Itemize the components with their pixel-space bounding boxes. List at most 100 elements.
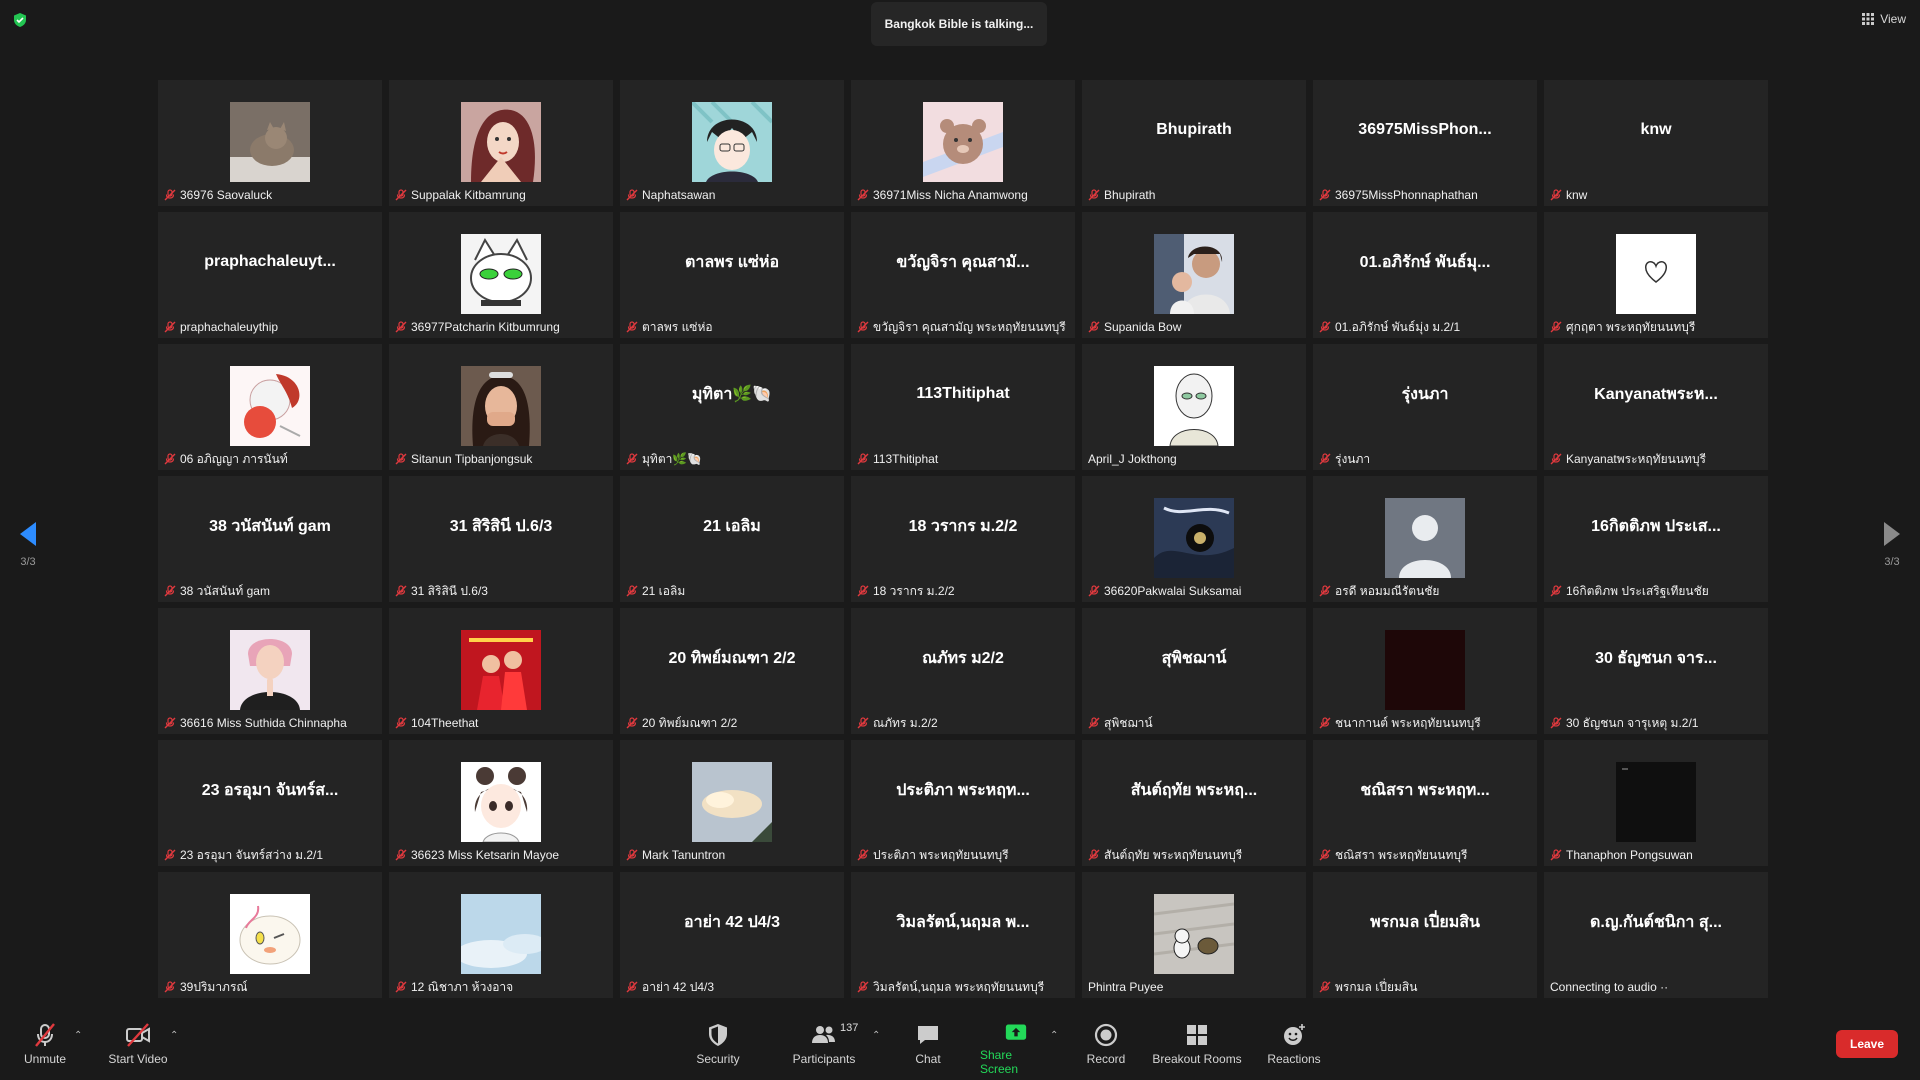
record-button[interactable]: Record <box>1084 1022 1128 1076</box>
participant-avatar <box>692 762 772 842</box>
participant-tile[interactable]: Kanyanatพระห... Kanyanatพระหฤทัยนนทบุรี <box>1544 344 1768 470</box>
participant-display-name: 20 ทิพย์มณฑา 2/2 <box>668 649 796 667</box>
participant-tile[interactable]: 104Theethat <box>389 608 613 734</box>
start-video-button[interactable]: Start Video <box>106 1022 170 1076</box>
breakout-rooms-grid-icon <box>1187 1025 1207 1045</box>
participant-tile[interactable]: Phintra Puyee <box>1082 872 1306 998</box>
participant-tile[interactable]: 36623 Miss Ketsarin Mayoe <box>389 740 613 866</box>
microphone-muted-icon <box>1550 849 1562 861</box>
participant-tile[interactable]: 36977Patcharin Kitbumrung <box>389 212 613 338</box>
participant-name: Mark Tanuntron <box>642 848 726 862</box>
participant-tile[interactable]: ชนากานต์ พระหฤทัยนนทบุรี <box>1313 608 1537 734</box>
microphone-muted-icon <box>857 981 869 993</box>
participant-tile[interactable]: ณภัทร ม2/2 ณภัทร ม.2/2 <box>851 608 1075 734</box>
view-button[interactable]: View <box>1862 12 1906 26</box>
participant-tile[interactable]: 12 ณิชาภา ห้วงอาจ <box>389 872 613 998</box>
participants-button[interactable]: 137 Participants <box>792 1022 859 1076</box>
participant-name-label: 113Thitiphat <box>857 450 1069 468</box>
share-screen-button[interactable]: Share Screen <box>980 1022 1052 1076</box>
participant-name-label: Supanida Bow <box>1088 318 1300 336</box>
microphone-muted-icon <box>857 453 869 465</box>
participant-name-label: ชณิสรา พระหฤทัยนนทบุรี <box>1319 846 1531 864</box>
participant-avatar <box>1154 498 1234 578</box>
leave-button[interactable]: Leave <box>1836 1030 1898 1058</box>
chat-button[interactable]: Chat <box>908 1022 948 1076</box>
microphone-muted-icon <box>626 189 638 201</box>
participant-tile[interactable]: อรดี หอมมณีรัตนชัย <box>1313 476 1537 602</box>
participant-avatar <box>461 894 541 974</box>
participant-avatar <box>461 762 541 842</box>
participant-tile[interactable]: knw knw <box>1544 80 1768 206</box>
participants-options-caret-icon[interactable]: ⌃ <box>872 1030 880 1041</box>
arrow-right-icon <box>1884 522 1900 546</box>
participant-tile[interactable]: 20 ทิพย์มณฑา 2/2 20 ทิพย์มณฑา 2/2 <box>620 608 844 734</box>
participant-tile[interactable]: 113Thitiphat 113Thitiphat <box>851 344 1075 470</box>
participant-tile[interactable]: 31 สิริสินี ป.6/3 31 สิริสินี ป.6/3 <box>389 476 613 602</box>
participant-tile[interactable]: ขวัญจิรา คุณสามั... ขวัญจิรา คุณสามัญ พระ… <box>851 212 1075 338</box>
participant-tile[interactable]: มุทิตา🌿🐚 มุทิตา🌿🐚 <box>620 344 844 470</box>
participant-tile[interactable]: 16กิตติภพ ประเส... 16กิตติภพ ประเสริฐเทีย… <box>1544 476 1768 602</box>
participant-name: สุพิชฌาน์ <box>1104 715 1153 730</box>
participant-tile[interactable]: Bhupirath Bhupirath <box>1082 80 1306 206</box>
participant-tile[interactable]: พรกมล เปี่ยมสิน พรกมล เปี่ยมสิน <box>1313 872 1537 998</box>
participant-display-name: ประติภา พระหฤท... <box>896 781 1030 799</box>
participant-tile[interactable]: 36616 Miss Suthida Chinnapha <box>158 608 382 734</box>
participant-avatar <box>1616 762 1696 842</box>
participant-name-label: 39ปริมาภรณ์ <box>164 978 376 996</box>
participant-tile[interactable]: April_J Jokthong <box>1082 344 1306 470</box>
participant-display-name: 113Thitiphat <box>916 385 1010 402</box>
participant-display-name: Kanyanatพระห... <box>1594 385 1718 403</box>
security-button[interactable]: Security <box>694 1022 742 1076</box>
participant-tile[interactable]: Supanida Bow <box>1082 212 1306 338</box>
participant-tile[interactable]: 06 อภิญญา ภารนันท์ <box>158 344 382 470</box>
participant-avatar <box>1385 630 1465 710</box>
participant-tile[interactable]: สันต์ฤทัย พระหฤ... สันต์ฤทัย พระหฤทัยนนทบ… <box>1082 740 1306 866</box>
participant-tile[interactable]: วิมลรัตน์,นฤมล พ... วิมลรัตน์,นฤมล พระหฤท… <box>851 872 1075 998</box>
participant-name: Phintra Puyee <box>1088 980 1164 994</box>
participant-name-label: 36975MissPhonnaphathan <box>1319 186 1531 204</box>
participant-name: อาย่า 42 ป4/3 <box>642 979 715 994</box>
participant-tile[interactable]: 21 เอลิม 21 เอลิม <box>620 476 844 602</box>
participant-tile[interactable]: ประติภา พระหฤท... ประติภา พระหฤทัยนนทบุรี <box>851 740 1075 866</box>
participant-tile[interactable]: Naphatsawan <box>620 80 844 206</box>
encryption-shield-icon[interactable] <box>12 12 28 28</box>
participant-tile[interactable]: สุพิชฌาน์ สุพิชฌาน์ <box>1082 608 1306 734</box>
unmute-button[interactable]: Unmute <box>22 1022 68 1076</box>
participant-tile[interactable]: อาย่า 42 ป4/3 อาย่า 42 ป4/3 <box>620 872 844 998</box>
participant-tile[interactable]: Mark Tanuntron <box>620 740 844 866</box>
participant-tile[interactable]: ตาลพร แซ่ห่อ ตาลพร แซ่ห่อ <box>620 212 844 338</box>
participant-tile[interactable]: 18 วรากร ม.2/2 18 วรากร ม.2/2 <box>851 476 1075 602</box>
participant-tile[interactable]: 36620Pakwalai Suksamai <box>1082 476 1306 602</box>
participant-name-label: Naphatsawan <box>626 186 838 204</box>
participant-tile[interactable]: 36975MissPhon... 36975MissPhonnaphathan <box>1313 80 1537 206</box>
participant-name: Supanida Bow <box>1104 320 1182 334</box>
participant-name-label: 36971Miss Nicha Anamwong <box>857 186 1069 204</box>
audio-options-caret-icon[interactable]: ⌃ <box>74 1030 82 1041</box>
participant-tile[interactable]: 38 วนัสนันท์ gam 38 วนัสนันท์ gam <box>158 476 382 602</box>
participant-name: 36620Pakwalai Suksamai <box>1104 584 1242 598</box>
participant-tile[interactable]: 36976 Saovaluck <box>158 80 382 206</box>
next-page-button[interactable]: 3/3 <box>1872 520 1912 568</box>
participant-tile[interactable]: ศุกฤตา พระหฤทัยนนทบุรี <box>1544 212 1768 338</box>
participant-name-label: ณภัทร ม.2/2 <box>857 714 1069 732</box>
previous-page-button[interactable]: 3/3 <box>8 520 48 568</box>
participant-tile[interactable]: 30 ธัญชนก จาร... 30 ธัญชนก จารุเหตุ ม.2/1 <box>1544 608 1768 734</box>
microphone-muted-icon <box>1550 321 1562 333</box>
participant-tile[interactable]: 36971Miss Nicha Anamwong <box>851 80 1075 206</box>
video-options-caret-icon[interactable]: ⌃ <box>170 1030 178 1041</box>
participant-tile[interactable]: Sitanun Tipbanjongsuk <box>389 344 613 470</box>
participant-tile[interactable]: praphachaleuyt... praphachaleuythip <box>158 212 382 338</box>
participant-tile[interactable]: Suppalak Kitbamrung <box>389 80 613 206</box>
participant-tile[interactable]: ด.ญ.กันต์ชนิกา สุ... Connecting to audio … <box>1544 872 1768 998</box>
participant-name: Thanaphon Pongsuwan <box>1566 848 1693 862</box>
breakout-rooms-button[interactable]: Breakout Rooms <box>1152 1022 1242 1076</box>
reactions-button[interactable]: Reactions <box>1264 1022 1324 1076</box>
chat-label: Chat <box>915 1052 941 1066</box>
participant-tile[interactable]: Thanaphon Pongsuwan <box>1544 740 1768 866</box>
participant-tile[interactable]: 23 อรอุมา จันทร์ส... 23 อรอุมา จันทร์สว่า… <box>158 740 382 866</box>
participant-tile[interactable]: 39ปริมาภรณ์ <box>158 872 382 998</box>
share-options-caret-icon[interactable]: ⌃ <box>1050 1030 1058 1041</box>
participant-tile[interactable]: รุ่งนภา รุ่งนภา <box>1313 344 1537 470</box>
participant-tile[interactable]: 01.อภิรักษ์ พันธ์มุ... 01.อภิรักษ์ พันธ์ม… <box>1313 212 1537 338</box>
participant-tile[interactable]: ชณิสรา พระหฤท... ชณิสรา พระหฤทัยนนทบุรี <box>1313 740 1537 866</box>
